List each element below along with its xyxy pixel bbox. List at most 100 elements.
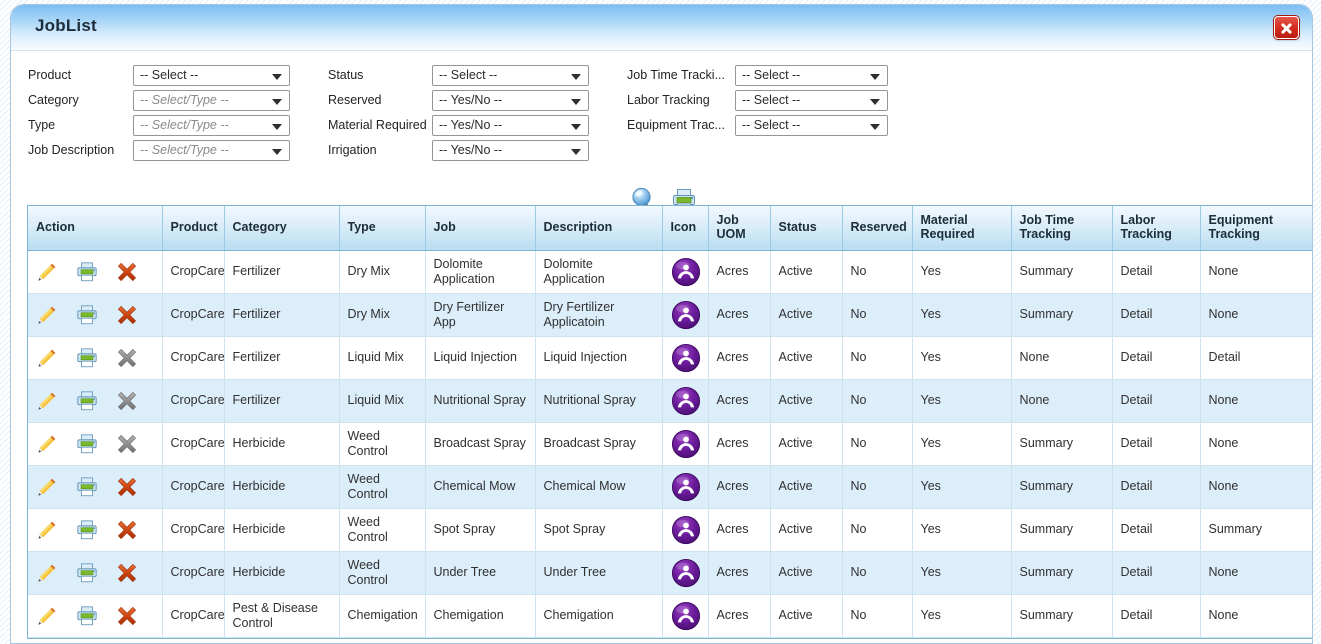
cell-job-time-tracking: Summary xyxy=(1011,422,1113,466)
delete-x-icon[interactable] xyxy=(116,261,138,283)
delete-x-icon[interactable] xyxy=(116,347,138,369)
worker-badge-icon[interactable] xyxy=(671,300,701,330)
edit-pencil-icon[interactable] xyxy=(36,347,58,369)
filter-select-material-required[interactable]: -- Yes/No -- xyxy=(432,114,589,136)
column-header-type[interactable]: Type xyxy=(339,206,426,251)
delete-x-icon[interactable] xyxy=(116,605,138,627)
row-print-icon[interactable] xyxy=(76,519,98,541)
row-print-icon[interactable] xyxy=(76,476,98,498)
table-row[interactable]: CropCare Fertilizer Dry Mix Dolomite Applic… xyxy=(28,250,1312,294)
worker-badge-icon[interactable] xyxy=(671,515,701,545)
joblist-grid-container: Action Product Category Type Job Descrip… xyxy=(27,205,1312,639)
delete-x-icon[interactable] xyxy=(116,562,138,584)
column-header-job-uom[interactable]: Job UOM xyxy=(708,206,771,251)
column-header-product[interactable]: Product xyxy=(162,206,225,251)
delete-x-icon[interactable] xyxy=(116,476,138,498)
cell-reserved: No xyxy=(842,465,913,509)
worker-badge-icon[interactable] xyxy=(671,472,701,502)
row-print-icon[interactable] xyxy=(76,261,98,283)
worker-badge-icon[interactable] xyxy=(671,343,701,373)
worker-badge-icon[interactable] xyxy=(671,386,701,416)
filter-label-equipment-tracking: Equipment Trac... xyxy=(627,118,725,132)
worker-badge-icon[interactable] xyxy=(671,429,701,459)
row-print-icon[interactable] xyxy=(76,304,98,326)
close-icon[interactable] xyxy=(1274,16,1299,39)
column-header-description[interactable]: Description xyxy=(535,206,663,251)
row-print-icon[interactable] xyxy=(76,605,98,627)
cell-category: Herbicide xyxy=(224,551,340,595)
chevron-down-icon xyxy=(571,123,581,130)
row-print-icon[interactable] xyxy=(76,562,98,584)
column-header-job-time-tracking[interactable]: Job Time Tracking xyxy=(1011,206,1113,251)
edit-pencil-icon[interactable] xyxy=(36,562,58,584)
row-action-icons xyxy=(36,562,154,584)
row-print-icon[interactable] xyxy=(76,433,98,455)
edit-pencil-icon[interactable] xyxy=(36,476,58,498)
cell-category: Fertilizer xyxy=(224,250,340,294)
delete-x-icon[interactable] xyxy=(116,390,138,412)
column-header-reserved[interactable]: Reserved xyxy=(842,206,913,251)
worker-badge-icon[interactable] xyxy=(671,601,701,631)
row-print-icon[interactable] xyxy=(76,390,98,412)
filter-select-job-description[interactable]: -- Select/Type -- xyxy=(133,139,290,161)
cell-description: Chemical Mow xyxy=(535,465,663,509)
filter-select-product[interactable]: -- Select -- xyxy=(133,64,290,86)
column-header-labor-tracking[interactable]: Labor Tracking xyxy=(1112,206,1201,251)
filter-select-irrigation[interactable]: -- Yes/No -- xyxy=(432,139,589,161)
worker-badge-icon[interactable] xyxy=(671,257,701,287)
row-action-icons xyxy=(36,605,154,627)
column-header-icon[interactable]: Icon xyxy=(662,206,709,251)
table-row[interactable]: CropCare Pest & Disease Control Chemigatio… xyxy=(28,594,1312,638)
row-action-icons xyxy=(36,476,154,498)
filter-select-category[interactable]: -- Select/Type -- xyxy=(133,89,290,111)
cell-status: Active xyxy=(770,293,843,337)
filter-select-equipment-tracking[interactable]: -- Select -- xyxy=(735,114,888,136)
column-header-equipment-tracking[interactable]: Equipment Tracking xyxy=(1200,206,1312,251)
row-action-icons xyxy=(36,304,154,326)
filter-column-1: Product -- Select -- Category -- Select/… xyxy=(28,63,290,163)
edit-pencil-icon[interactable] xyxy=(36,304,58,326)
column-header-action[interactable]: Action xyxy=(28,206,163,251)
column-header-material-required[interactable]: Material Required xyxy=(912,206,1012,251)
chevron-down-icon xyxy=(571,98,581,105)
delete-x-icon[interactable] xyxy=(116,433,138,455)
filter-select-job-time-tracking[interactable]: -- Select -- xyxy=(735,64,888,86)
cell-type: Weed Control xyxy=(339,422,426,466)
cell-material-required: Yes xyxy=(912,250,1012,294)
cell-job: Dry Fertilizer App xyxy=(425,293,536,337)
delete-x-icon[interactable] xyxy=(116,519,138,541)
cell-type: Weed Control xyxy=(339,551,426,595)
column-header-job[interactable]: Job xyxy=(425,206,536,251)
table-row[interactable]: CropCare Herbicide Weed Control Chemical Mo… xyxy=(28,465,1312,509)
table-row[interactable]: CropCare Herbicide Weed Control Under Tree U… xyxy=(28,551,1312,595)
cell-job-time-tracking: Summary xyxy=(1011,551,1113,595)
table-row[interactable]: CropCare Herbicide Weed Control Broadcast S… xyxy=(28,422,1312,466)
filter-label-category: Category xyxy=(28,93,79,107)
cell-job-time-tracking: Summary xyxy=(1011,594,1113,638)
edit-pencil-icon[interactable] xyxy=(36,390,58,412)
edit-pencil-icon[interactable] xyxy=(36,605,58,627)
edit-pencil-icon[interactable] xyxy=(36,261,58,283)
worker-badge-icon[interactable] xyxy=(671,558,701,588)
filter-value-labor-tracking: -- Select -- xyxy=(742,93,801,107)
table-row[interactable]: CropCare Herbicide Weed Control Spot Spray S… xyxy=(28,508,1312,552)
cell-labor-tracking: Detail xyxy=(1112,465,1201,509)
row-print-icon[interactable] xyxy=(76,347,98,369)
cell-description: Broadcast Spray xyxy=(535,422,663,466)
column-header-category[interactable]: Category xyxy=(224,206,340,251)
filter-column-2: Status -- Select -- Reserved -- Yes/No -… xyxy=(328,63,589,163)
table-row[interactable]: CropCare Fertilizer Liquid Mix Nutritional … xyxy=(28,379,1312,423)
edit-pencil-icon[interactable] xyxy=(36,519,58,541)
table-row[interactable]: CropCare Fertilizer Dry Mix Dry Fertilizer … xyxy=(28,293,1312,337)
table-row[interactable]: CropCare Fertilizer Liquid Mix Liquid Injec… xyxy=(28,336,1312,380)
cell-action xyxy=(28,422,163,466)
edit-pencil-icon[interactable] xyxy=(36,433,58,455)
filter-value-reserved: -- Yes/No -- xyxy=(439,93,503,107)
column-header-status[interactable]: Status xyxy=(770,206,843,251)
filter-select-status[interactable]: -- Select -- xyxy=(432,64,589,86)
filter-select-labor-tracking[interactable]: -- Select -- xyxy=(735,89,888,111)
cell-equipment-tracking: None xyxy=(1200,379,1312,423)
filter-select-reserved[interactable]: -- Yes/No -- xyxy=(432,89,589,111)
delete-x-icon[interactable] xyxy=(116,304,138,326)
filter-select-type[interactable]: -- Select/Type -- xyxy=(133,114,290,136)
